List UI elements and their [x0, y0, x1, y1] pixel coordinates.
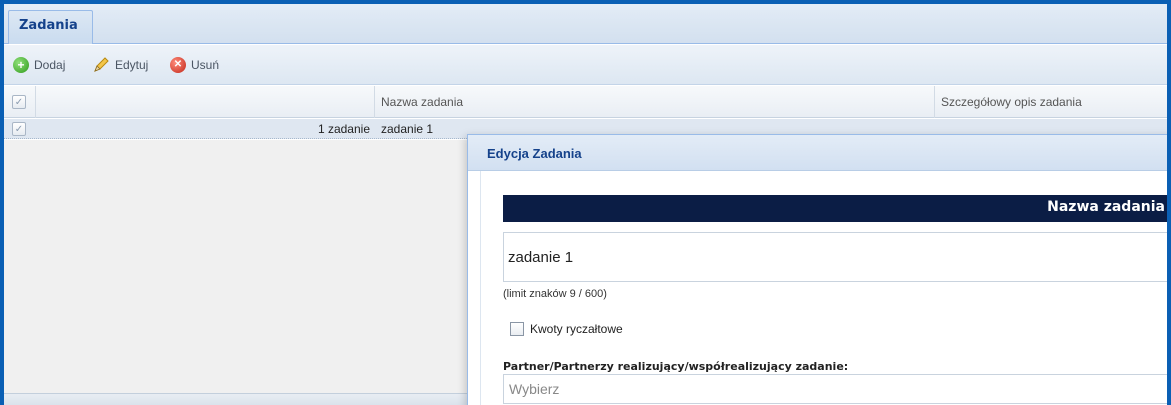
row-number: 1 zadanie — [317, 122, 370, 136]
dialog-title: Edycja Zadania — [487, 146, 582, 161]
edit-button-label: Edytuj — [115, 58, 149, 72]
partner-label: Partner/Partnerzy realizujący/współreali… — [503, 360, 849, 373]
plus-icon: + — [13, 57, 29, 73]
lump-sum-checkbox-box[interactable] — [510, 322, 524, 336]
header-description-column[interactable]: Szczegółowy opis zadania — [935, 86, 1167, 118]
dialog-header[interactable]: Edycja Zadania — [468, 135, 1167, 171]
toolbar: + Dodaj Edytuj ✕ Usuń — [4, 45, 1167, 85]
app-frame: Zadania + Dodaj Edytuj ✕ Usuń ✓ Nazwa za… — [0, 0, 1171, 405]
edit-button[interactable]: Edytuj — [92, 55, 148, 75]
section-title: Nazwa zadania — [1047, 199, 1165, 215]
partner-select[interactable]: Wybierz — [503, 374, 1167, 404]
character-limit-text: (limit znaków 9 / 600) — [503, 288, 607, 300]
lump-sum-checkbox[interactable]: Kwoty ryczałtowe — [510, 322, 623, 336]
task-name-input[interactable] — [503, 232, 1167, 282]
delete-button-label: Usuń — [191, 58, 220, 72]
tab-strip: Zadania — [4, 4, 1167, 44]
tab-label: Zadania — [19, 18, 78, 33]
section-header-bar: Nazwa zadania — [503, 195, 1167, 222]
grid-header: ✓ Nazwa zadania Szczegółowy opis zadania — [4, 86, 1167, 118]
header-select-cell: ✓ — [4, 86, 36, 118]
header-name-column[interactable]: Nazwa zadania — [375, 86, 935, 118]
lump-sum-label: Kwoty ryczałtowe — [530, 322, 623, 336]
select-all-checkbox[interactable]: ✓ — [12, 95, 26, 109]
delete-button[interactable]: ✕ Usuń — [170, 55, 219, 75]
add-button[interactable]: + Dodaj — [13, 55, 65, 75]
add-button-label: Dodaj — [34, 58, 66, 72]
partner-select-placeholder: Wybierz — [509, 381, 560, 397]
header-number-column[interactable] — [36, 86, 375, 118]
header-name-label: Nazwa zadania — [381, 95, 464, 109]
pencil-icon — [92, 56, 110, 74]
tab-zadania[interactable]: Zadania — [8, 10, 93, 44]
dialog-body: Nazwa zadania (limit znaków 9 / 600) Kwo… — [480, 171, 1167, 405]
delete-icon: ✕ — [170, 57, 186, 73]
edit-task-dialog: Edycja Zadania Nazwa zadania (limit znak… — [467, 134, 1167, 405]
header-description-label: Szczegółowy opis zadania — [941, 95, 1082, 109]
row-checkbox[interactable]: ✓ — [12, 122, 26, 136]
